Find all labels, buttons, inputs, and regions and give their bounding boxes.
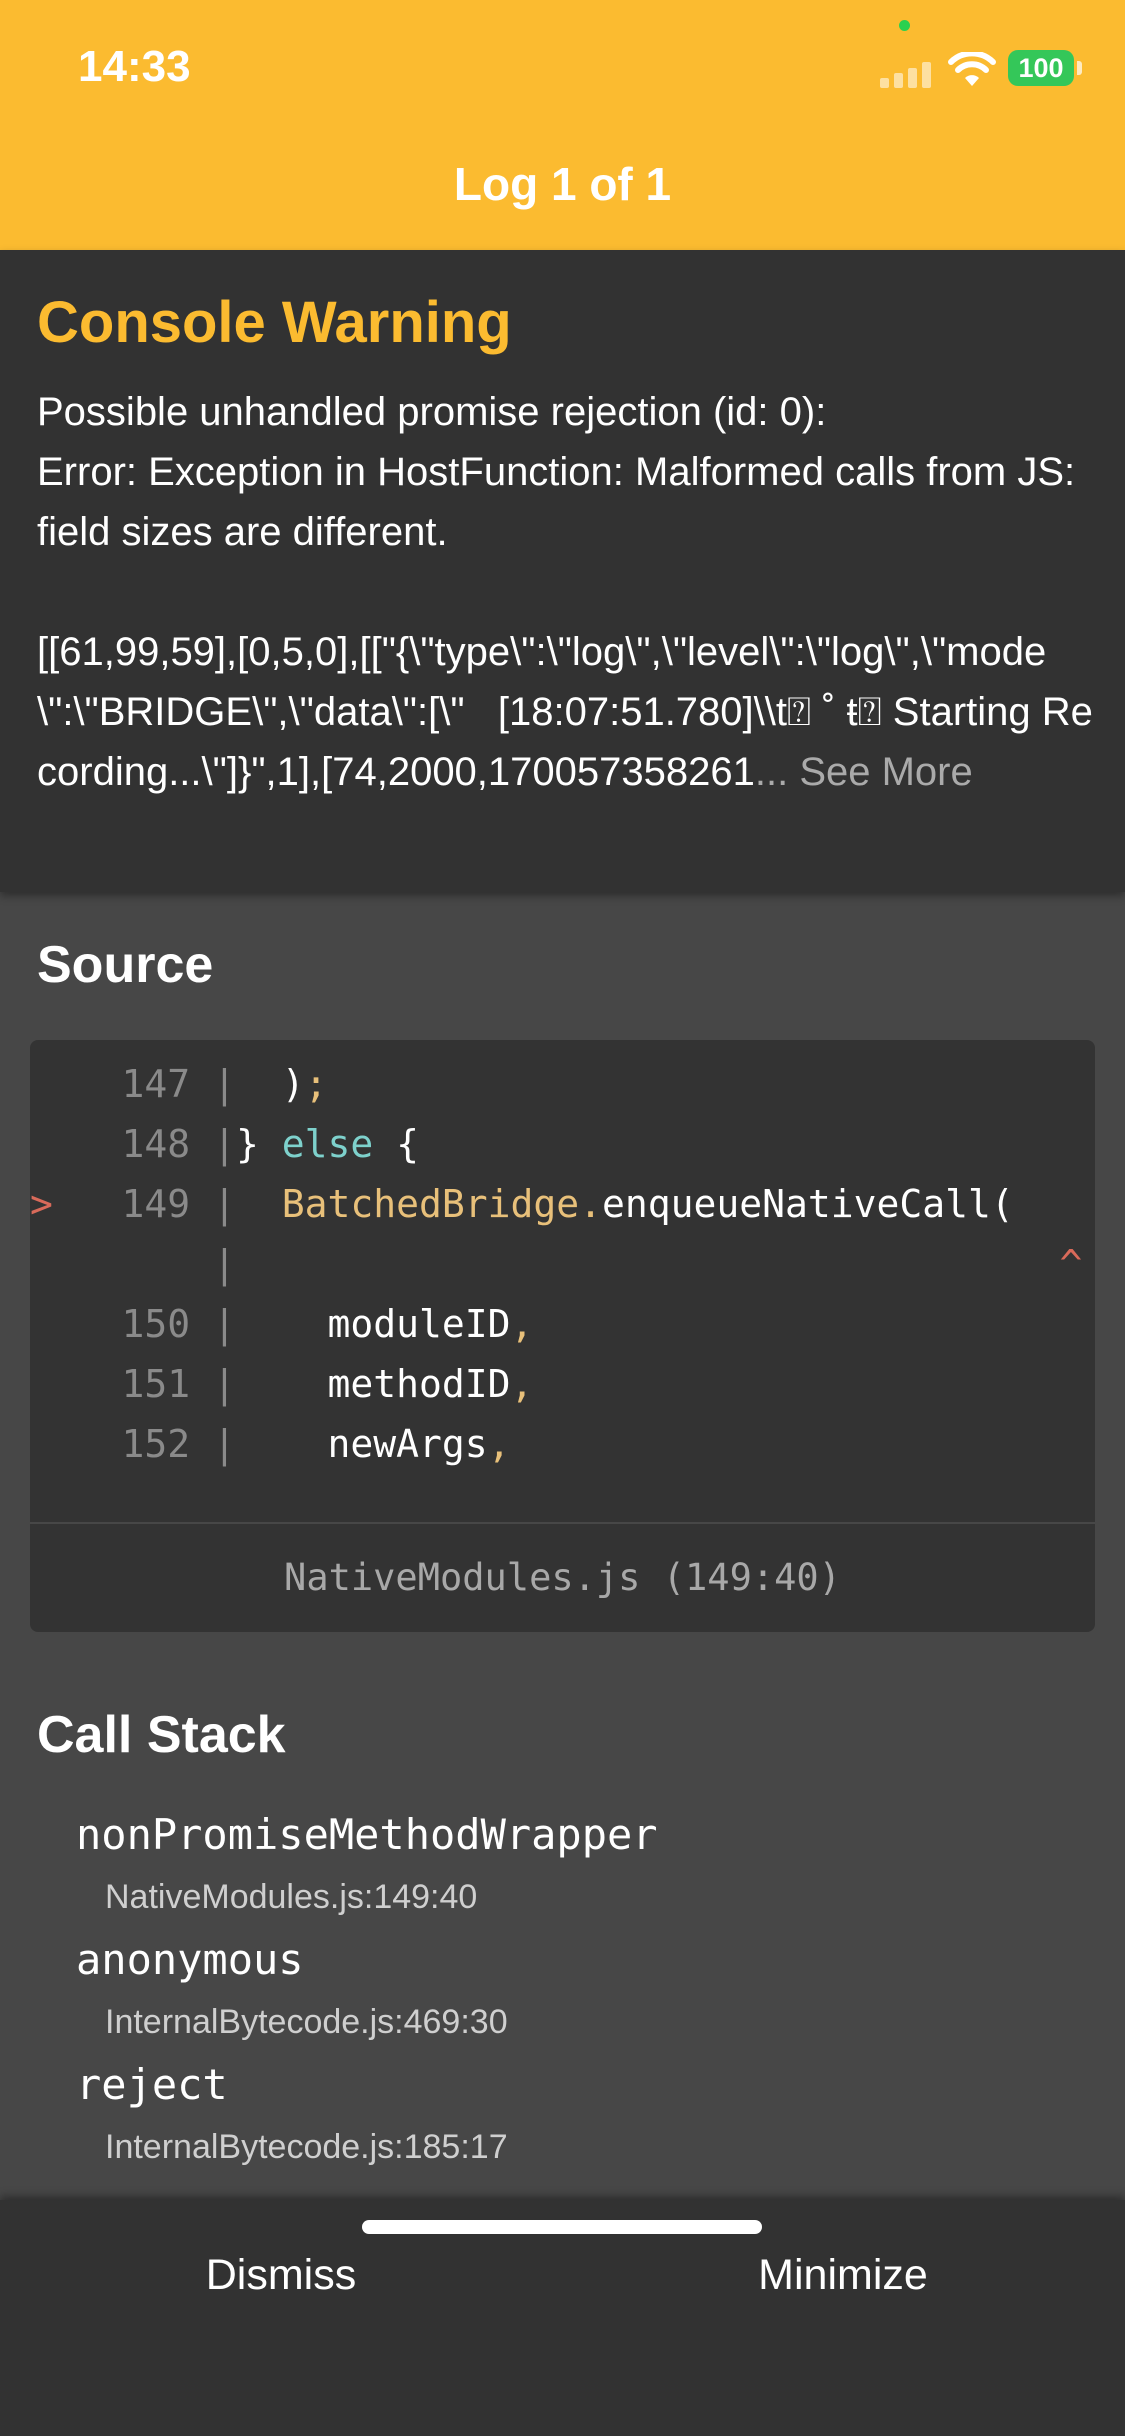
code-line-number: 150 [75,1302,214,1346]
code-line-marker [30,1362,76,1406]
code-line-number: 152 [75,1422,214,1466]
wifi-icon [948,52,996,86]
code-line-text: ^ [235,1242,1083,1286]
code-line-number: 147 [75,1062,214,1106]
code-line: | ^ [30,1242,1082,1302]
code-line-number: 151 [75,1362,214,1406]
code-line-marker [30,1062,76,1106]
code-line-marker [30,1302,76,1346]
code-line-marker [30,1242,76,1286]
code-line-text: BatchedBridge.enqueueNativeCall( [281,1182,1014,1226]
code-line-separator: | [213,1422,236,1466]
code-line-text: moduleID, [235,1302,534,1346]
code-line-text: } else { [235,1122,419,1166]
code-line-separator: | [213,1302,236,1346]
code-line-number [76,1242,213,1286]
code-line-separator: | [213,1242,236,1286]
code-line: 147 | ); [30,1062,328,1122]
code-line-marker: > [30,1182,76,1226]
warning-text: Possible unhandled promise rejection (id… [37,390,1093,794]
code-line-text: methodID, [235,1362,534,1406]
code-frame[interactable]: NativeModules.js (149:40) 147 | ); 148 |… [30,1040,1095,1632]
see-more-link[interactable]: ... See More [755,750,973,794]
stack-frame-method[interactable]: anonymous [76,1935,304,1984]
code-line-number: 148 [75,1122,214,1166]
code-line: 152 | newArgs, [30,1422,511,1482]
code-line-number: 149 [75,1182,214,1226]
code-line-separator: | [213,1062,236,1106]
stack-frame-location: NativeModules.js:149:40 [105,1878,478,1916]
code-line: 150 | moduleID, [30,1302,534,1362]
code-line: 148 |} else { [30,1122,419,1182]
cellular-signal-icon [880,62,938,88]
code-line-separator: | [213,1362,236,1406]
code-frame-divider [30,1522,1095,1524]
bottom-bar: Dismiss Minimize [0,2200,1125,2436]
call-stack-heading: Call Stack [37,1706,286,1764]
source-heading: Source [37,936,214,994]
warning-message-panel: Console Warning Possible unhandled promi… [0,250,1125,892]
camera-indicator-dot [899,20,910,31]
log-title: Log 1 of 1 [453,158,672,210]
code-line: > 149 | BatchedBridge.enqueueNativeCall( [30,1182,1014,1242]
stack-frame-location: InternalBytecode.js:469:30 [105,2003,508,2041]
battery-tip [1077,61,1082,75]
code-line-separator: | [213,1182,236,1226]
stack-frame-location: InternalBytecode.js:185:17 [105,2128,508,2166]
code-line-marker [30,1122,76,1166]
code-line-text: ); [235,1062,328,1106]
battery-icon: 100 [1008,50,1074,86]
code-line-marker [30,1422,76,1466]
code-line-text: newArgs, [235,1422,511,1466]
warning-title: Console Warning [37,290,512,355]
header-bar: 14:33 100 Log 1 of 1 [0,0,1125,250]
stack-frame-method[interactable]: nonPromiseMethodWrapper [76,1810,658,1859]
code-frame-file[interactable]: NativeModules.js (149:40) [30,1556,1095,1599]
code-line: 151 | methodID, [30,1362,534,1422]
code-line-separator: | [213,1122,236,1166]
warning-body: Possible unhandled promise rejection (id… [37,382,1097,802]
status-time: 14:33 [78,42,191,91]
stack-frame-method[interactable]: reject [76,2060,228,2109]
home-indicator[interactable] [362,2220,762,2234]
